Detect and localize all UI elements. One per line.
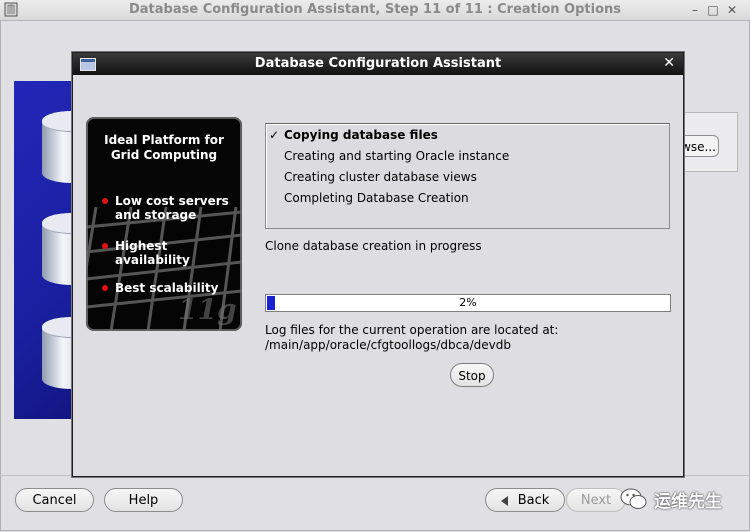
log-info: Log files for the current operation are … — [265, 323, 558, 353]
progress-bar: 2% — [265, 294, 671, 312]
bullet-dot-icon — [102, 243, 108, 249]
progress-label: 2% — [459, 296, 477, 309]
log-text: Log files for the current operation are … — [265, 323, 559, 337]
promo-panel: Ideal Platform for Grid Computing Low co… — [86, 117, 242, 331]
step-item: Completing Database Creation — [284, 191, 469, 205]
bullet-dot-icon — [102, 198, 108, 204]
help-button[interactable]: Help — [104, 488, 183, 512]
steps-list: ✓ Copying database files Creating and st… — [265, 123, 670, 229]
close-window-icon[interactable]: ✕ — [723, 1, 741, 19]
bullet-dot-icon — [102, 285, 108, 291]
checkmark-icon: ✓ — [269, 128, 280, 142]
watermark: 运维先生 — [620, 485, 745, 513]
log-path: /main/app/oracle/cfgtoollogs/dbca/devdb — [265, 338, 511, 352]
wechat-icon — [620, 488, 647, 509]
dialog-title: Database Configuration Assistant — [254, 56, 502, 71]
status-text: Clone database creation in progress — [265, 239, 482, 253]
browse-button[interactable]: wse... — [681, 135, 719, 157]
stop-button[interactable]: Stop — [450, 363, 494, 387]
back-arrow-icon — [500, 495, 508, 506]
close-icon[interactable]: ✕ — [663, 55, 675, 71]
oracle-11g-logo: 11g — [178, 293, 237, 326]
progress-dialog: Database Configuration Assistant ✕ Ideal… — [72, 52, 684, 477]
minimize-icon[interactable]: – — [686, 1, 704, 19]
next-button[interactable]: Next — [566, 488, 626, 512]
back-button[interactable]: Back — [485, 488, 565, 512]
dialog-titlebar: Database Configuration Assistant ✕ — [73, 53, 683, 75]
step-item: Creating cluster database views — [284, 170, 477, 184]
step-item: ✓ Copying database files — [269, 128, 438, 142]
cancel-button[interactable]: Cancel — [15, 488, 94, 512]
back-label: Back — [517, 493, 550, 508]
watermark-text: 运维先生 — [654, 492, 722, 512]
maximize-icon[interactable]: □ — [704, 1, 722, 19]
step-item: Creating and starting Oracle instance — [284, 149, 510, 163]
promo-heading: Ideal Platform for Grid Computing — [104, 133, 224, 162]
outer-window-title: Database Configuration Assistant, Step 1… — [128, 2, 622, 17]
outer-titlebar: Database Configuration Assistant, Step 1… — [0, 0, 750, 21]
